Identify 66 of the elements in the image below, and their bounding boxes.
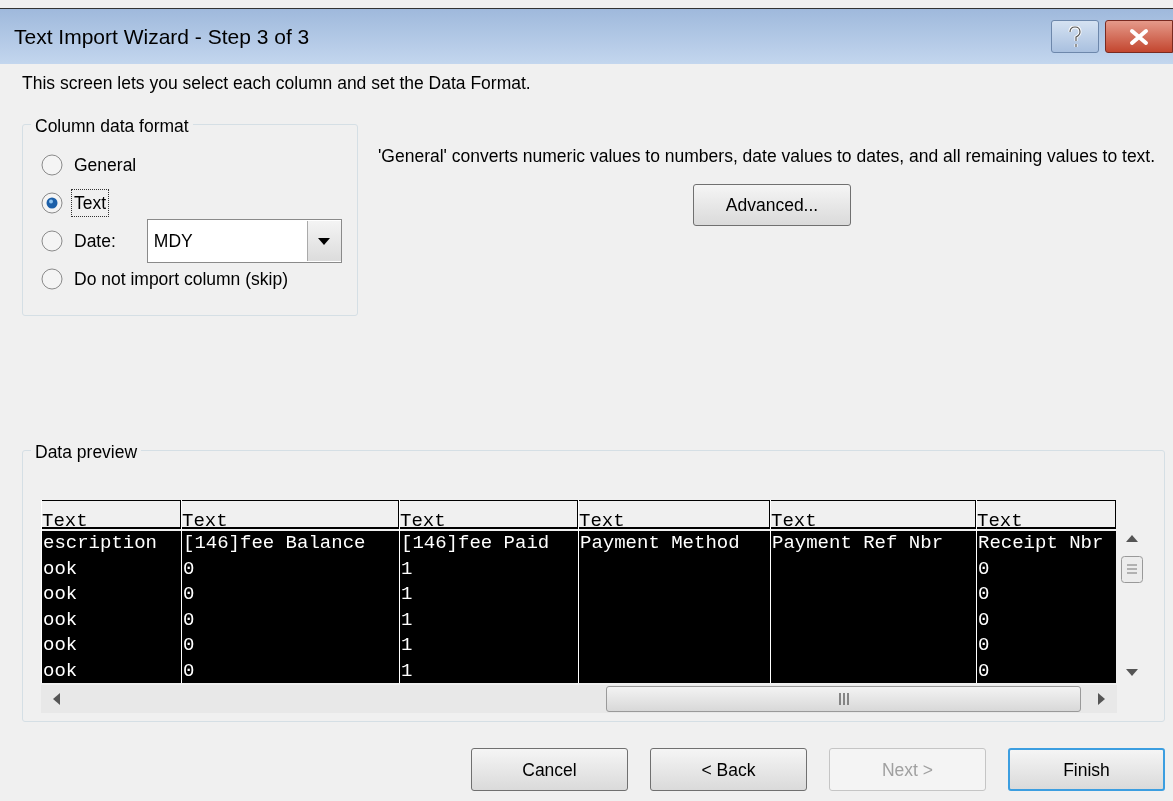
scroll-right-icon — [1098, 693, 1105, 706]
wizard-button[interactable]: Finish — [1008, 748, 1165, 792]
date-format-dropdown[interactable]: MDY — [146, 219, 342, 264]
preview-cell: escription — [43, 532, 158, 555]
close-button[interactable] — [1105, 20, 1173, 53]
preview-cell: 0 — [978, 659, 990, 682]
column-format-header[interactable]: Text — [771, 500, 976, 530]
preview-cell: ook — [43, 557, 78, 580]
preview-column[interactable]: [146]fee Balance 0 0 0 0 0 — [182, 531, 399, 684]
preview-cell: 0 — [978, 557, 990, 580]
help-icon — [1066, 25, 1084, 48]
preview-cell: Payment Method — [580, 532, 740, 555]
preview-column[interactable]: Receipt Nbr 0 0 0 0 0 — [977, 531, 1116, 684]
preview-cell: ook — [43, 634, 78, 657]
preview-cell: 0 — [183, 583, 195, 606]
preview-cell: 1 — [401, 634, 413, 657]
preview-column[interactable]: Payment Method — [579, 531, 770, 684]
radio-button[interactable] — [41, 230, 63, 253]
radio-button[interactable] — [41, 154, 63, 177]
column-format-header[interactable]: Text — [579, 500, 770, 530]
preview-cell: ook — [43, 583, 78, 606]
radio-button[interactable] — [41, 192, 63, 215]
radio-button[interactable] — [41, 268, 63, 291]
horizontal-scrollbar[interactable] — [41, 685, 1117, 714]
instruction-text: This screen lets you select each column and set the Data Format. — [22, 72, 532, 95]
preview-cell: [146]fee Balance — [183, 532, 366, 555]
radio-label[interactable]: Date: — [71, 227, 119, 256]
window-title: Text Import Wizard - Step 3 of 3 — [14, 23, 311, 50]
preview-cell: 1 — [401, 583, 413, 606]
preview-column[interactable]: escription ook ook ook ook ook — [42, 531, 181, 684]
help-button[interactable] — [1051, 20, 1099, 53]
preview-cell: 1 — [401, 608, 413, 631]
preview-cell: 1 — [401, 557, 413, 580]
scrollbar-grip-icon — [838, 693, 849, 706]
advanced-button[interactable]: Advanced... — [693, 184, 851, 227]
preview-column[interactable]: Payment Ref Nbr — [771, 531, 976, 684]
description-text: 'General' converts numeric values to numbers, date values to dates, and all remaining values to text. — [378, 146, 1157, 169]
preview-cell: 0 — [978, 583, 990, 606]
preview-cell: Receipt Nbr — [978, 532, 1104, 555]
wizard-button[interactable]: Cancel — [471, 748, 628, 792]
column-format-header[interactable]: Text — [977, 500, 1116, 530]
column-format-header[interactable]: Text — [182, 500, 399, 530]
radio-label[interactable]: General — [71, 151, 140, 180]
close-icon — [1129, 27, 1149, 46]
preview-cell: 1 — [401, 659, 413, 682]
wizard-button[interactable]: < Back — [650, 748, 807, 792]
preview-cell: ook — [43, 659, 78, 682]
scroll-down-icon — [1126, 669, 1138, 677]
scroll-up-icon — [1126, 535, 1138, 543]
radio-label[interactable]: Do not import column (skip) — [71, 265, 291, 294]
preview-cell: 0 — [183, 608, 195, 631]
preview-cell: 0 — [183, 659, 195, 682]
scrollbar-thumb — [1121, 555, 1143, 583]
preview-cell: 0 — [978, 608, 990, 631]
column-format-header[interactable]: Text — [42, 500, 181, 530]
preview-cell: Payment Ref Nbr — [772, 532, 944, 555]
scroll-left-icon — [53, 693, 60, 706]
preview-cell: 0 — [978, 634, 990, 657]
preview-cell: 0 — [183, 557, 195, 580]
dropdown-arrow-icon — [318, 237, 331, 245]
preview-cell: ook — [43, 608, 78, 631]
preview-cell: [146]fee Paid — [401, 532, 550, 555]
preview-column[interactable]: [146]fee Paid 1 1 1 1 1 — [400, 531, 578, 684]
column-format-header[interactable]: Text — [400, 500, 578, 530]
preview-cell: 0 — [183, 634, 195, 657]
radio-label[interactable]: Text — [71, 189, 110, 218]
